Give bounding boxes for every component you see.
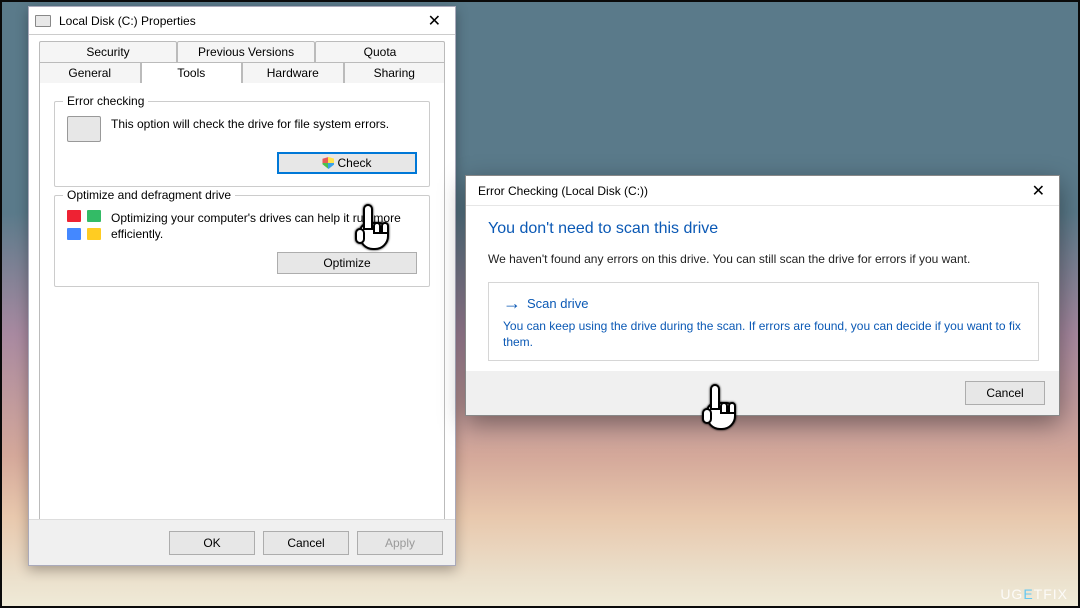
watermark: UGETFIX xyxy=(1000,586,1068,602)
dialog-message: We haven't found any errors on this driv… xyxy=(488,252,1039,266)
check-button[interactable]: Check xyxy=(277,152,417,174)
window-title: Local Disk (C:) Properties xyxy=(59,14,420,28)
dialog-footer: Cancel xyxy=(466,371,1059,415)
tab-content-tools: Error checking This option will check th… xyxy=(39,82,445,527)
close-icon[interactable]: ✕ xyxy=(420,11,449,31)
arrow-right-icon: → xyxy=(503,293,521,314)
tab-general[interactable]: General xyxy=(39,62,141,83)
group-title: Optimize and defragment drive xyxy=(63,188,235,202)
window-title: Error Checking (Local Disk (C:)) xyxy=(478,184,1026,198)
dialog-heading: You don't need to scan this drive xyxy=(488,220,1039,238)
tab-security[interactable]: Security xyxy=(39,41,177,62)
tab-hardware[interactable]: Hardware xyxy=(242,62,344,83)
defrag-icon xyxy=(67,210,101,240)
pointer-hand-icon xyxy=(700,384,744,442)
close-icon[interactable]: ✕ xyxy=(1026,181,1051,201)
scan-drive-title: Scan drive xyxy=(527,296,588,311)
error-checking-dialog: Error Checking (Local Disk (C:)) ✕ You d… xyxy=(465,175,1060,416)
ok-button[interactable]: OK xyxy=(169,531,255,555)
tab-previous-versions[interactable]: Previous Versions xyxy=(177,41,315,62)
scan-drive-option[interactable]: → Scan drive You can keep using the drive… xyxy=(488,282,1039,361)
titlebar[interactable]: Error Checking (Local Disk (C:)) ✕ xyxy=(466,176,1059,206)
cancel-button[interactable]: Cancel xyxy=(263,531,349,555)
tabs: Security Previous Versions Quota General… xyxy=(29,35,455,527)
pointer-hand-icon xyxy=(353,204,397,262)
tab-quota[interactable]: Quota xyxy=(315,41,445,62)
check-button-label: Check xyxy=(337,156,371,170)
properties-dialog: Local Disk (C:) Properties ✕ Security Pr… xyxy=(28,6,456,566)
error-checking-group: Error checking This option will check th… xyxy=(54,101,430,187)
tab-sharing[interactable]: Sharing xyxy=(344,62,446,83)
apply-button[interactable]: Apply xyxy=(357,531,443,555)
titlebar[interactable]: Local Disk (C:) Properties ✕ xyxy=(29,7,455,35)
scan-drive-description: You can keep using the drive during the … xyxy=(503,318,1024,350)
drive-icon xyxy=(67,116,101,142)
dialog-footer: OK Cancel Apply xyxy=(29,519,455,565)
tab-tools[interactable]: Tools xyxy=(141,62,243,83)
group-title: Error checking xyxy=(63,94,148,108)
cancel-button[interactable]: Cancel xyxy=(965,381,1045,405)
drive-icon xyxy=(35,15,51,27)
shield-icon xyxy=(322,157,334,169)
error-checking-description: This option will check the drive for fil… xyxy=(111,116,417,142)
